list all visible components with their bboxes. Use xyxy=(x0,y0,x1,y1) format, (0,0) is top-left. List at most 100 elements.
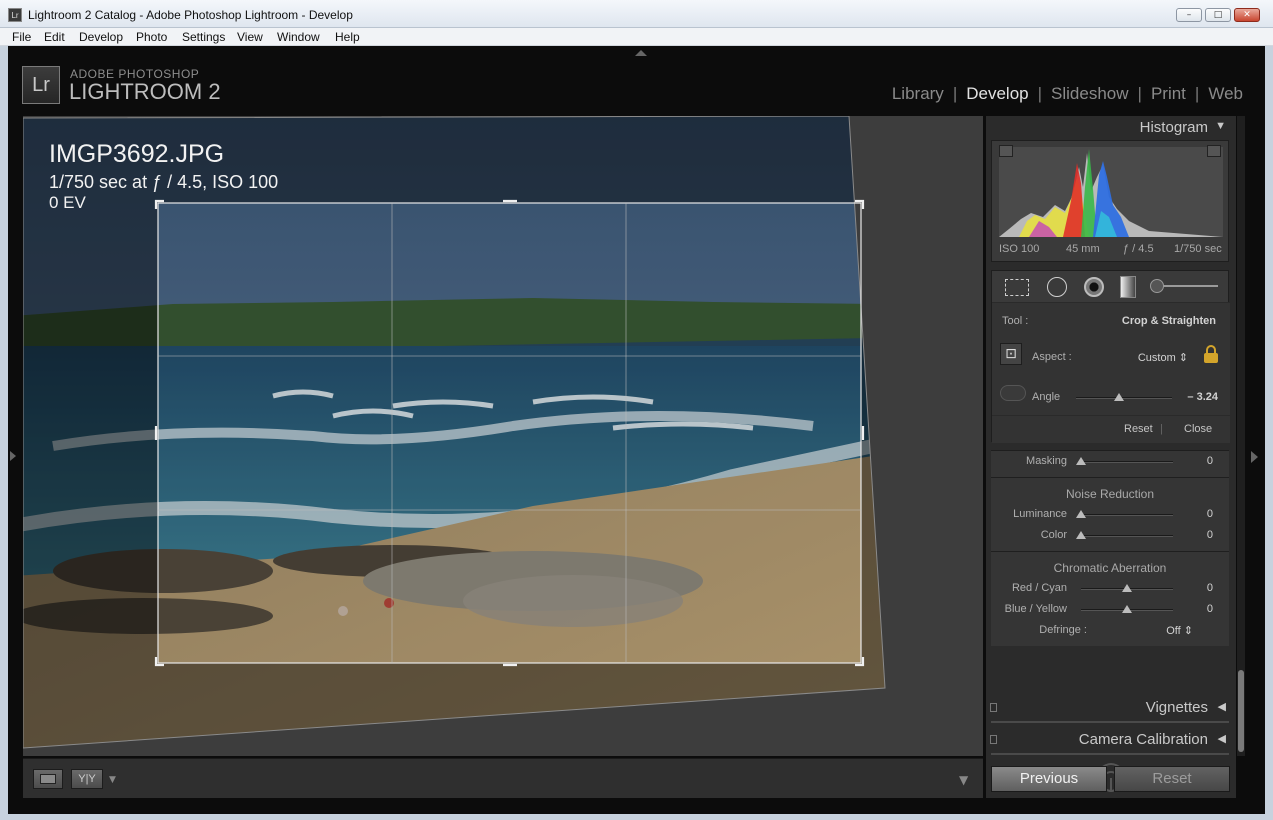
spot-removal-icon[interactable] xyxy=(1047,277,1067,297)
blue-yellow-label: Blue / Yellow xyxy=(1004,603,1067,615)
blue-yellow-slider-knob[interactable] xyxy=(1122,605,1132,613)
color-noise-slider-knob[interactable] xyxy=(1076,531,1086,539)
menu-develop[interactable]: Develop xyxy=(79,30,123,44)
histogram-shutter: 1/750 sec xyxy=(1174,243,1222,255)
right-panel-toggle-icon[interactable] xyxy=(1251,451,1258,463)
tool-value: Crop & Straighten xyxy=(1121,315,1216,327)
camera-calibration-title: Camera Calibration xyxy=(1078,731,1208,748)
app-icon: Lr xyxy=(8,8,22,22)
window-frame-right xyxy=(1265,46,1273,820)
detail-divider xyxy=(991,551,1229,552)
toolbar-options-caret-icon[interactable]: ▼ xyxy=(959,773,968,787)
blue-yellow-value[interactable]: 0 xyxy=(1207,603,1213,615)
module-separator: | xyxy=(952,84,958,103)
lightroom-app: Lr ADOBE PHOTOSHOP LIGHTROOM 2 Library | D… xyxy=(8,46,1265,814)
module-slideshow[interactable]: Slideshow xyxy=(1051,84,1129,104)
image-viewer[interactable]: IMGP3692.JPG 1/750 sec at ƒ / 4.5, ISO 1… xyxy=(23,116,983,756)
shadow-clip-indicator-icon[interactable] xyxy=(999,145,1013,157)
loupe-view-button[interactable] xyxy=(33,769,63,789)
vignettes-header[interactable]: Vignettes ◀ xyxy=(986,696,1236,720)
menu-file[interactable]: File xyxy=(12,30,31,44)
menu-help[interactable]: Help xyxy=(335,30,360,44)
module-separator: | xyxy=(1194,84,1200,103)
module-print[interactable]: Print xyxy=(1151,84,1186,104)
masking-slider-knob[interactable] xyxy=(1076,457,1086,465)
menu-window[interactable]: Window xyxy=(277,30,320,44)
panel-scrollbar-track[interactable] xyxy=(1237,116,1245,756)
histogram-panel[interactable]: ISO 100 45 mm ƒ / 4.5 1/750 sec xyxy=(991,140,1229,262)
histogram-chart xyxy=(999,149,1223,237)
minimize-button[interactable]: – xyxy=(1176,8,1202,22)
photo-ev-info: 0 EV xyxy=(49,193,86,212)
luminance-value[interactable]: 0 xyxy=(1207,508,1213,520)
crop-frame-tool-icon[interactable]: ⊡ xyxy=(1000,343,1022,365)
aspect-lock-icon[interactable] xyxy=(1204,345,1218,363)
window-frame-left xyxy=(0,46,8,820)
straighten-tool-icon[interactable] xyxy=(1000,385,1026,401)
red-cyan-value[interactable]: 0 xyxy=(1207,582,1213,594)
menu-photo[interactable]: Photo xyxy=(136,30,167,44)
defringe-dropdown[interactable]: Off ⇕ xyxy=(1166,624,1193,637)
module-separator: | xyxy=(1037,84,1043,103)
noise-reduction-heading: Noise Reduction xyxy=(1065,487,1155,501)
crop-tool-panel: Tool : Crop & Straighten ⊡ Aspect : Cust… xyxy=(991,270,1230,443)
histogram-aperture: ƒ / 4.5 xyxy=(1123,243,1154,255)
color-noise-value[interactable]: 0 xyxy=(1207,529,1213,541)
panel-divider xyxy=(991,753,1229,755)
menu-view[interactable]: View xyxy=(237,30,263,44)
aspect-dropdown[interactable]: Custom ⇕ xyxy=(1138,351,1188,364)
crop-reset-button[interactable]: Reset xyxy=(1124,423,1153,435)
histogram-focal-length: 45 mm xyxy=(1066,243,1100,255)
masking-slider-track[interactable] xyxy=(1081,461,1173,463)
histogram-graph[interactable] xyxy=(999,147,1223,237)
crop-close-button[interactable]: Close xyxy=(1184,423,1212,435)
tool-strip xyxy=(992,271,1230,303)
brand-line-2: LIGHTROOM 2 xyxy=(69,79,221,104)
masking-label: Masking xyxy=(1026,455,1067,467)
right-panel: Histogram ▼ ISO 100 45 mm ƒ / 4.5 1/750 … xyxy=(986,116,1236,798)
graduated-filter-icon[interactable] xyxy=(1120,276,1136,298)
camera-calibration-toggle-icon[interactable] xyxy=(990,735,997,744)
before-after-view-button[interactable]: Y|Y xyxy=(71,769,103,789)
red-cyan-label: Red / Cyan xyxy=(1011,582,1067,594)
luminance-label: Luminance xyxy=(1013,508,1067,520)
expand-triangle-icon: ◀ xyxy=(1217,701,1226,713)
window-frame-bottom xyxy=(0,814,1273,820)
menu-settings[interactable]: Settings xyxy=(182,30,225,44)
view-mode-caret-icon[interactable]: ▼ xyxy=(109,775,116,785)
menu-bar: File Edit Develop Photo Settings View Wi… xyxy=(0,28,1273,46)
crop-overlay-icon[interactable] xyxy=(1005,279,1029,296)
angle-slider-knob[interactable] xyxy=(1114,393,1125,401)
luminance-slider-track[interactable] xyxy=(1081,514,1173,516)
luminance-slider-knob[interactable] xyxy=(1076,510,1086,518)
highlight-clip-indicator-icon[interactable] xyxy=(1207,145,1221,157)
histogram-iso: ISO 100 xyxy=(999,243,1040,255)
module-develop[interactable]: Develop xyxy=(966,84,1028,104)
menu-edit[interactable]: Edit xyxy=(44,30,65,44)
angle-label: Angle xyxy=(1032,391,1061,403)
left-panel-toggle-icon[interactable] xyxy=(10,451,16,461)
previous-button[interactable]: Previous xyxy=(991,766,1107,792)
module-library[interactable]: Library xyxy=(892,84,944,104)
crop-button-separator: | xyxy=(1160,423,1163,435)
top-panel-toggle-icon[interactable] xyxy=(635,50,647,56)
module-web[interactable]: Web xyxy=(1208,84,1243,104)
red-eye-icon[interactable] xyxy=(1084,277,1104,297)
panel-scrollbar-thumb[interactable] xyxy=(1238,670,1244,752)
color-noise-slider-track[interactable] xyxy=(1081,535,1173,537)
panel-divider xyxy=(991,721,1229,723)
masking-value[interactable]: 0 xyxy=(1207,455,1213,467)
red-cyan-slider-knob[interactable] xyxy=(1122,584,1132,592)
tool-label: Tool : xyxy=(1002,315,1029,327)
reset-button[interactable]: Reset xyxy=(1114,766,1230,792)
close-window-button[interactable]: ✕ xyxy=(1234,8,1260,22)
histogram-header[interactable]: Histogram ▼ xyxy=(986,116,1236,140)
camera-calibration-header[interactable]: Camera Calibration ◀ xyxy=(986,728,1236,752)
angle-value[interactable]: – 3.24 xyxy=(1187,391,1218,403)
crop-controls: Tool : Crop & Straighten ⊡ Aspect : Cust… xyxy=(992,303,1230,443)
photo-canvas[interactable] xyxy=(23,116,913,756)
vignettes-toggle-icon[interactable] xyxy=(990,703,997,712)
adjustment-brush-tip-icon[interactable] xyxy=(1150,279,1164,293)
maximize-button[interactable]: □ xyxy=(1205,8,1231,22)
expand-triangle-icon: ◀ xyxy=(1217,733,1226,745)
